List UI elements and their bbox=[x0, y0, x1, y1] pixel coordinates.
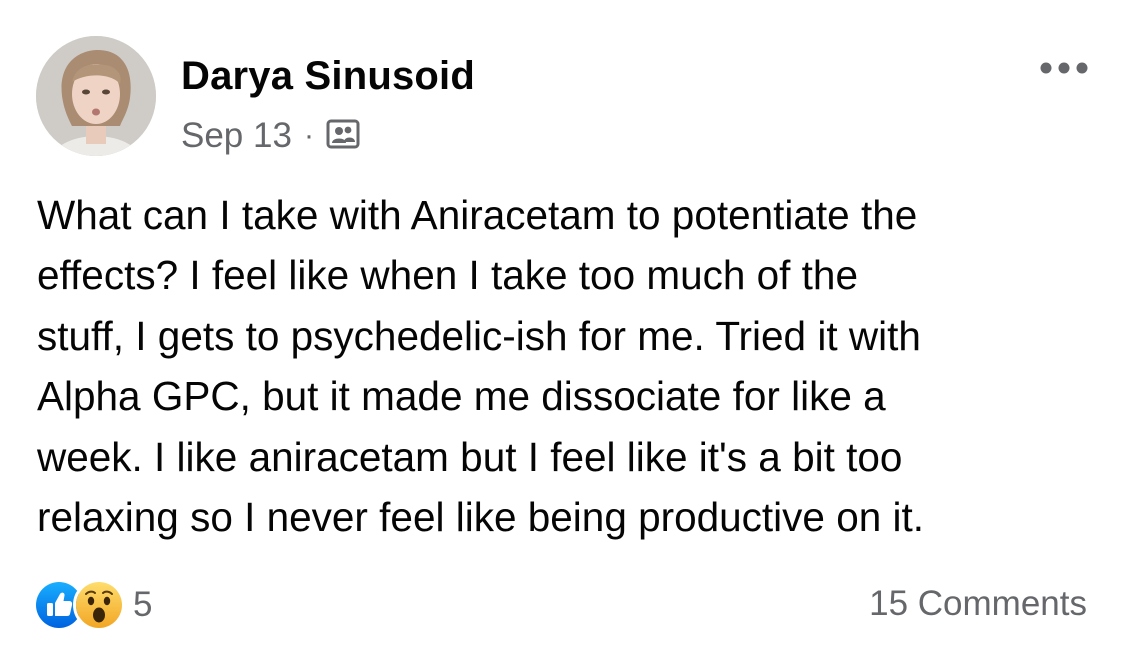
comments-count-link[interactable]: 15 Comments bbox=[869, 584, 1087, 624]
post-body: What can I take with Aniracetam to poten… bbox=[37, 185, 1097, 547]
post-card: Darya Sinusoid Sep 13 · What can I take … bbox=[0, 0, 1125, 656]
post-body-line: Alpha GPC, but it made me dissociate for… bbox=[37, 373, 886, 420]
post-meta: Sep 13 · bbox=[181, 114, 360, 158]
friends-icon[interactable] bbox=[326, 117, 360, 160]
post-body-line: effects? I feel like when I take too muc… bbox=[37, 252, 858, 299]
post-body-line: stuff, I gets to psychedelic-ish for me.… bbox=[37, 312, 921, 359]
reactions-summary[interactable]: 5 bbox=[33, 579, 153, 631]
post-date[interactable]: Sep 13 bbox=[181, 116, 292, 156]
post-body-line: relaxing so I never feel like being prod… bbox=[37, 494, 925, 541]
reaction-count: 5 bbox=[133, 585, 153, 624]
wow-icon bbox=[73, 579, 125, 631]
author-name[interactable]: Darya Sinusoid bbox=[181, 52, 475, 100]
meta-separator: · bbox=[303, 119, 314, 152]
more-dots-icon[interactable] bbox=[1034, 56, 1094, 80]
author-avatar[interactable] bbox=[36, 36, 156, 156]
post-body-line: What can I take with Aniracetam to poten… bbox=[37, 192, 918, 238]
avatar-photo bbox=[36, 36, 156, 156]
post-body-line: week. I like aniracetam but I feel like … bbox=[37, 433, 903, 480]
